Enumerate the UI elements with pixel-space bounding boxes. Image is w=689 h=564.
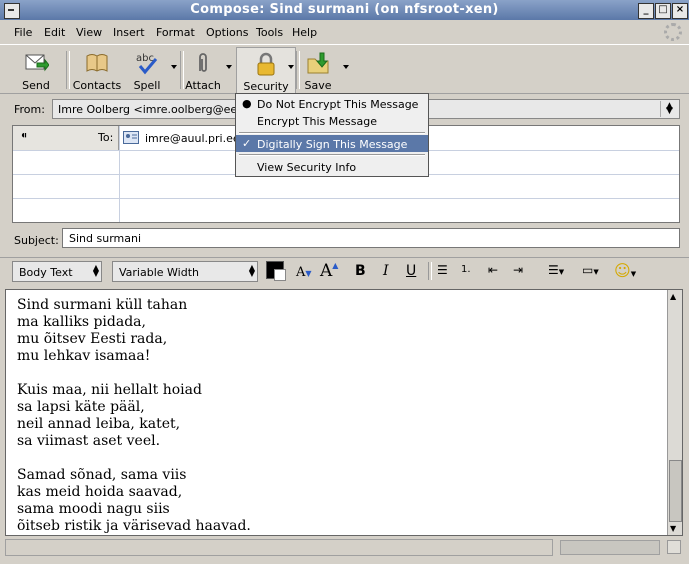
contacts-button[interactable]: Contacts [72, 49, 122, 93]
menu-tools[interactable]: Tools [256, 26, 283, 39]
recipient-row-empty[interactable] [13, 174, 679, 199]
underline-icon[interactable]: U [406, 263, 416, 279]
smiley-icon[interactable]: ☺▼ [614, 261, 636, 280]
format-toolbar: Body Text ▲ ▼ Variable Width ▲ ▼ A▼ A▲ B I… [0, 257, 689, 284]
recipient-row-empty[interactable] [13, 198, 679, 222]
indent-icon[interactable]: ⇥ [513, 263, 523, 277]
security-dropdown-menu: ● Do Not Encrypt This Message Encrypt Th… [235, 93, 429, 177]
bold-icon[interactable]: B [355, 263, 366, 279]
italic-icon[interactable]: I [383, 263, 389, 279]
address-book-icon [86, 54, 108, 72]
menu-item-view-security-info[interactable]: View Security Info [236, 158, 428, 175]
scroll-up-icon[interactable]: ▲ [670, 292, 676, 301]
numbered-list-icon[interactable]: 1. [461, 264, 471, 275]
maximize-icon[interactable]: □ [655, 3, 671, 19]
paragraph-style-value: Body Text [19, 266, 73, 279]
menu-item-label: View Security Info [257, 161, 357, 174]
attach-button[interactable]: Attach [184, 49, 222, 93]
spell-dropdown-icon[interactable] [171, 65, 177, 69]
insert-image-icon[interactable]: ▭▼ [582, 263, 599, 277]
paragraph-style-select[interactable]: Body Text ▲ ▼ [12, 261, 102, 282]
bulleted-list-icon[interactable]: ☰ [437, 263, 448, 277]
menu-item-label: Digitally Sign This Message [257, 138, 408, 151]
recipient-type-select[interactable]: ⁌ To: [13, 126, 119, 150]
subject-input[interactable]: Sind surmani [62, 228, 680, 248]
column-divider [119, 126, 120, 222]
checkmark-icon: ✓ [242, 137, 252, 150]
from-label: From: [14, 103, 45, 116]
save-label: Save [304, 79, 332, 92]
pin-icon: ⁌ [21, 129, 27, 143]
menu-item-label: Do Not Encrypt This Message [257, 98, 419, 111]
font-select[interactable]: Variable Width ▲ ▼ [112, 261, 258, 282]
send-label: Send [22, 79, 50, 92]
toolbar-separator [428, 262, 432, 280]
recipient-address[interactable]: imre@auul.pri.ee [145, 132, 240, 145]
save-button[interactable]: Save [300, 49, 336, 93]
toolbar-separator [66, 51, 70, 89]
menu-item-do-not-encrypt[interactable]: ● Do Not Encrypt This Message [236, 95, 428, 112]
menu-separator [239, 132, 425, 134]
message-body-editor[interactable]: Sind surmani küll tahan ma kalliks pidad… [5, 289, 683, 536]
save-icon [307, 52, 329, 74]
minimize-icon[interactable]: _ [638, 3, 654, 19]
attach-dropdown-icon[interactable] [226, 65, 232, 69]
security-dropdown-icon[interactable] [288, 65, 294, 69]
subject-label: Subject: [14, 234, 59, 247]
status-text-panel [5, 539, 553, 556]
send-icon [25, 54, 49, 72]
progress-meter [560, 540, 660, 555]
offline-status-icon[interactable] [667, 540, 681, 554]
larger-font-icon[interactable]: A▲ [320, 261, 338, 281]
spell-button[interactable]: abc Spell [128, 49, 166, 93]
scrollbar-thumb[interactable] [669, 460, 682, 522]
contacts-label: Contacts [72, 79, 122, 92]
save-dropdown-icon[interactable] [343, 65, 349, 69]
contact-card-icon [123, 131, 139, 144]
menu-view[interactable]: View [76, 26, 102, 39]
send-button[interactable]: Send [14, 49, 58, 93]
menu-format[interactable]: Format [156, 26, 195, 39]
menu-item-encrypt[interactable]: Encrypt This Message [236, 112, 428, 129]
scroll-down-icon[interactable]: ▼ [670, 524, 676, 533]
window-title: Compose: Sind surmani (on nfsroot-xen) [190, 2, 499, 17]
menu-options[interactable]: Options [206, 26, 248, 39]
recipient-type-label: To: [98, 131, 114, 144]
menu-item-label: Encrypt This Message [257, 115, 377, 128]
close-icon[interactable]: × [672, 3, 688, 19]
menu-item-digitally-sign[interactable]: ✓ Digitally Sign This Message [236, 135, 428, 152]
menubar: File Edit View Insert Format Options Too… [0, 21, 689, 43]
spellcheck-icon: abc [136, 53, 158, 75]
spinner-icon: ▲ ▼ [248, 263, 255, 278]
activity-throbber-icon [664, 23, 682, 41]
smaller-font-icon[interactable]: A▼ [296, 265, 312, 280]
outdent-icon[interactable]: ⇤ [488, 263, 498, 277]
menu-insert[interactable]: Insert [113, 26, 145, 39]
message-body-text[interactable]: Sind surmani küll tahan ma kalliks pidad… [17, 297, 251, 535]
security-label: Security [243, 80, 289, 93]
spinner-icon: ▲ ▼ [92, 263, 99, 278]
menu-separator [239, 154, 425, 156]
attach-label: Attach [185, 79, 221, 92]
font-value: Variable Width [119, 266, 199, 279]
menu-help[interactable]: Help [292, 26, 317, 39]
align-icon[interactable]: ☰▼ [548, 263, 564, 277]
background-color-button[interactable] [274, 269, 286, 281]
title-bar[interactable]: Compose: Sind surmani (on nfsroot-xen) _… [0, 0, 689, 20]
radio-selected-icon: ● [242, 97, 252, 110]
lock-icon [257, 52, 275, 76]
status-bar [5, 539, 683, 557]
paperclip-icon [199, 53, 207, 72]
menu-file[interactable]: File [14, 26, 32, 39]
chevron-down-icon: ▲ ▼ [660, 101, 677, 117]
vertical-scrollbar[interactable]: ▲ ▼ [667, 290, 682, 535]
menu-edit[interactable]: Edit [44, 26, 65, 39]
spell-label: Spell [133, 79, 161, 92]
security-button[interactable]: Security [236, 47, 296, 94]
toolbar: Send Contacts abc Spell Attach Security [0, 44, 689, 94]
